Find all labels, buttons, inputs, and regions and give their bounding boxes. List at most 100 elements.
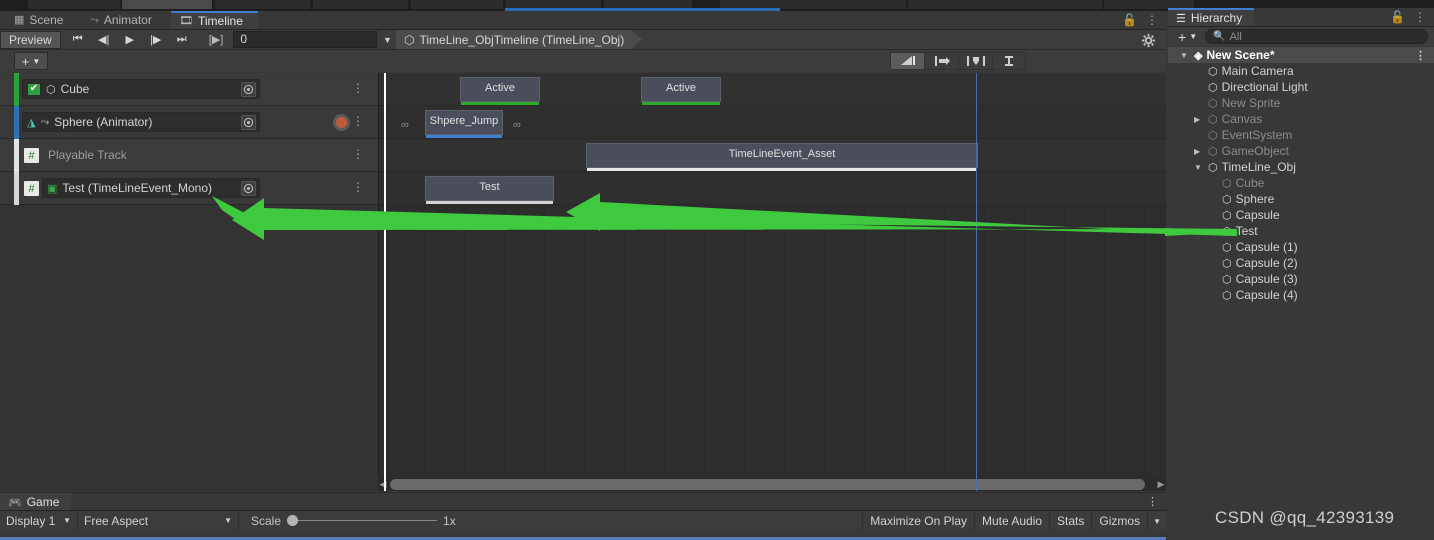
chevron-right-icon[interactable]: ▶ [1194, 115, 1200, 124]
next-key-icon[interactable]: |▶ [142, 30, 169, 49]
add-track-button[interactable]: + ▼ [14, 52, 48, 70]
top-strip-button-selected[interactable] [122, 0, 212, 9]
tab-animator[interactable]: ⤳ Animator [82, 11, 167, 29]
clip-active-2[interactable]: Active [641, 77, 721, 105]
hierarchy-add-button[interactable]: + ▼ [1174, 28, 1201, 45]
track-field[interactable]: ◮ ⤳ Sphere (Animator) [22, 112, 260, 132]
track-header-test[interactable]: # ▣ Test (TimeLineEvent_Mono) ⋮ [0, 172, 378, 205]
hierarchy-item-new-sprite[interactable]: ⬡ New Sprite [1168, 95, 1434, 111]
kebab-icon[interactable]: ⋮ [352, 82, 364, 94]
tab-timeline[interactable]: 🎞 Timeline [171, 11, 258, 29]
preview-label: Preview [9, 32, 52, 47]
display-dropdown[interactable]: Display 1 ▼ [0, 511, 78, 530]
timeline-clip-area[interactable]: 0 60 120 180 240 300 360 420 480 [378, 73, 1166, 491]
clip-active-1[interactable]: Active [460, 77, 540, 105]
hierarchy-item-new-scene[interactable]: ▼ ◈ New Scene* ⋮ [1168, 47, 1434, 63]
tab-game[interactable]: 🎮 Game [0, 493, 72, 511]
scale-control[interactable]: Scale 1x [251, 514, 456, 528]
grid-icon: ▦ [14, 14, 25, 26]
track-header-sphere[interactable]: ◮ ⤳ Sphere (Animator) ⋮ [0, 106, 378, 139]
record-button[interactable] [333, 114, 350, 131]
search-input[interactable]: 🔍 All [1205, 29, 1428, 44]
fit-icon[interactable] [958, 52, 992, 70]
chevron-down-icon[interactable]: ▼ [1147, 512, 1166, 530]
tab-hierarchy[interactable]: ☰ Hierarchy [1168, 8, 1255, 26]
mute-audio-button[interactable]: Mute Audio [974, 512, 1050, 530]
chevron-down-icon[interactable]: ▼ [1180, 51, 1188, 60]
unity-editor-window: ▦ Scene ⤳ Animator 🎞 Timeline 🔓 ⋮ Previe… [0, 0, 1434, 540]
pin-icon[interactable] [992, 52, 1026, 70]
chevron-down-icon[interactable]: ▼ [379, 35, 396, 45]
top-strip-button[interactable] [908, 0, 1102, 9]
slider-knob[interactable] [287, 515, 299, 526]
prev-key-icon[interactable]: ◀| [90, 30, 117, 49]
gizmos-button[interactable]: Gizmos [1091, 512, 1148, 530]
kebab-icon[interactable]: ⋮ [1414, 10, 1426, 24]
track-field[interactable]: ▣ Test (TimeLineEvent_Mono) [42, 178, 260, 198]
top-strip-button[interactable] [28, 0, 120, 9]
hierarchy-item-capsule-3[interactable]: ⬡ Capsule (3) [1168, 271, 1434, 287]
lock-icon[interactable]: 🔓 [1390, 10, 1405, 24]
track-checkbox[interactable]: ✔ [27, 82, 41, 96]
scrollbar-thumb[interactable] [390, 478, 1145, 490]
aspect-dropdown[interactable]: Free Aspect ▼ [78, 511, 239, 530]
gameobject-icon: ⬡ [1208, 113, 1218, 126]
scrollbar-track[interactable] [388, 478, 1156, 490]
chevron-down-icon[interactable]: ▼ [1194, 163, 1202, 172]
hierarchy-item-canvas[interactable]: ▶ ⬡ Canvas [1168, 111, 1434, 127]
chevron-right-icon[interactable]: ▶ [1194, 147, 1200, 156]
track-header-cube[interactable]: ✔ ⬡ Cube ⋮ [0, 73, 378, 106]
top-strip-button[interactable] [215, 0, 310, 9]
curves-icon[interactable] [890, 52, 924, 70]
kebab-icon[interactable]: ⋮ [1147, 495, 1158, 508]
frame-input[interactable]: 0 [233, 31, 377, 48]
top-strip-button[interactable] [411, 0, 503, 9]
hierarchy-item-label: EventSystem [1221, 128, 1293, 142]
track-header-playable-track[interactable]: # Playable Track ⋮ [0, 139, 378, 172]
lock-icon[interactable]: 🔓 [1122, 13, 1137, 27]
target-picker-icon[interactable] [241, 180, 256, 196]
play-icon[interactable]: ▶ [116, 30, 143, 49]
playhead[interactable] [384, 73, 386, 491]
stats-button[interactable]: Stats [1049, 512, 1092, 530]
kebab-icon[interactable]: ⋮ [352, 115, 364, 127]
clip-timelineevent-asset[interactable]: TimeLineEvent_Asset [586, 143, 978, 171]
kebab-icon[interactable]: ⋮ [352, 181, 364, 193]
hierarchy-item-capsule-1[interactable]: ⬡ Capsule (1) [1168, 239, 1434, 255]
hierarchy-item-main-camera[interactable]: ⬡ Main Camera [1168, 63, 1434, 79]
track-field[interactable]: ✔ ⬡ Cube [22, 79, 260, 99]
scale-slider[interactable] [287, 515, 438, 527]
play-range-icon[interactable]: [▶] [203, 33, 230, 46]
maximize-on-play-button[interactable]: Maximize On Play [862, 512, 974, 530]
hierarchy-item-gameobject[interactable]: ▶ ⬡ GameObject [1168, 143, 1434, 159]
align-right-icon[interactable] [924, 52, 958, 70]
top-strip-button[interactable] [313, 0, 408, 9]
hierarchy-item-cube[interactable]: ⬡ Cube [1168, 175, 1434, 191]
tab-scene[interactable]: ▦ Scene [6, 11, 78, 29]
hierarchy-item-capsule-4[interactable]: ⬡ Capsule (4) [1168, 287, 1434, 303]
scroll-right-arrow-icon[interactable]: ▶ [1156, 479, 1166, 490]
target-picker-icon[interactable] [241, 81, 256, 97]
kebab-icon[interactable]: ⋮ [1146, 13, 1158, 27]
hierarchy-item-timeline-obj[interactable]: ▼ ⬡ TimeLine_Obj [1168, 159, 1434, 175]
timeline-horizontal-scrollbar[interactable]: ◀ ▶ [378, 477, 1166, 491]
breadcrumb[interactable]: ⬡ TimeLine_ObjTimeline (TimeLine_Obj) [396, 30, 642, 50]
target-picker-icon[interactable] [241, 114, 256, 130]
kebab-icon[interactable]: ⋮ [352, 148, 364, 160]
gear-icon[interactable] [1141, 33, 1156, 48]
skip-to-start-icon[interactable]: ⏮ [64, 30, 91, 49]
clip-sphere-jump[interactable]: Shpere_Jump [425, 110, 503, 138]
clip-test[interactable]: Test [425, 176, 554, 204]
hierarchy-tree[interactable]: ▼ ◈ New Scene* ⋮ ⬡ Main Camera ⬡ Directional Li… [1168, 47, 1434, 490]
skip-to-end-icon[interactable]: ⏭ [168, 30, 195, 49]
track-label: Playable Track [48, 148, 127, 162]
hierarchy-item-test[interactable]: ⬡ Test [1168, 223, 1434, 239]
scroll-left-arrow-icon[interactable]: ◀ [378, 479, 388, 490]
hierarchy-item-sphere[interactable]: ⬡ Sphere [1168, 191, 1434, 207]
hierarchy-item-directional-light[interactable]: ⬡ Directional Light [1168, 79, 1434, 95]
preview-button[interactable]: Preview [0, 30, 61, 49]
hierarchy-item-capsule-2[interactable]: ⬡ Capsule (2) [1168, 255, 1434, 271]
hierarchy-item-capsule[interactable]: ⬡ Capsule [1168, 207, 1434, 223]
kebab-icon[interactable]: ⋮ [1415, 47, 1426, 63]
hierarchy-item-eventsystem[interactable]: ⬡ EventSystem [1168, 127, 1434, 143]
